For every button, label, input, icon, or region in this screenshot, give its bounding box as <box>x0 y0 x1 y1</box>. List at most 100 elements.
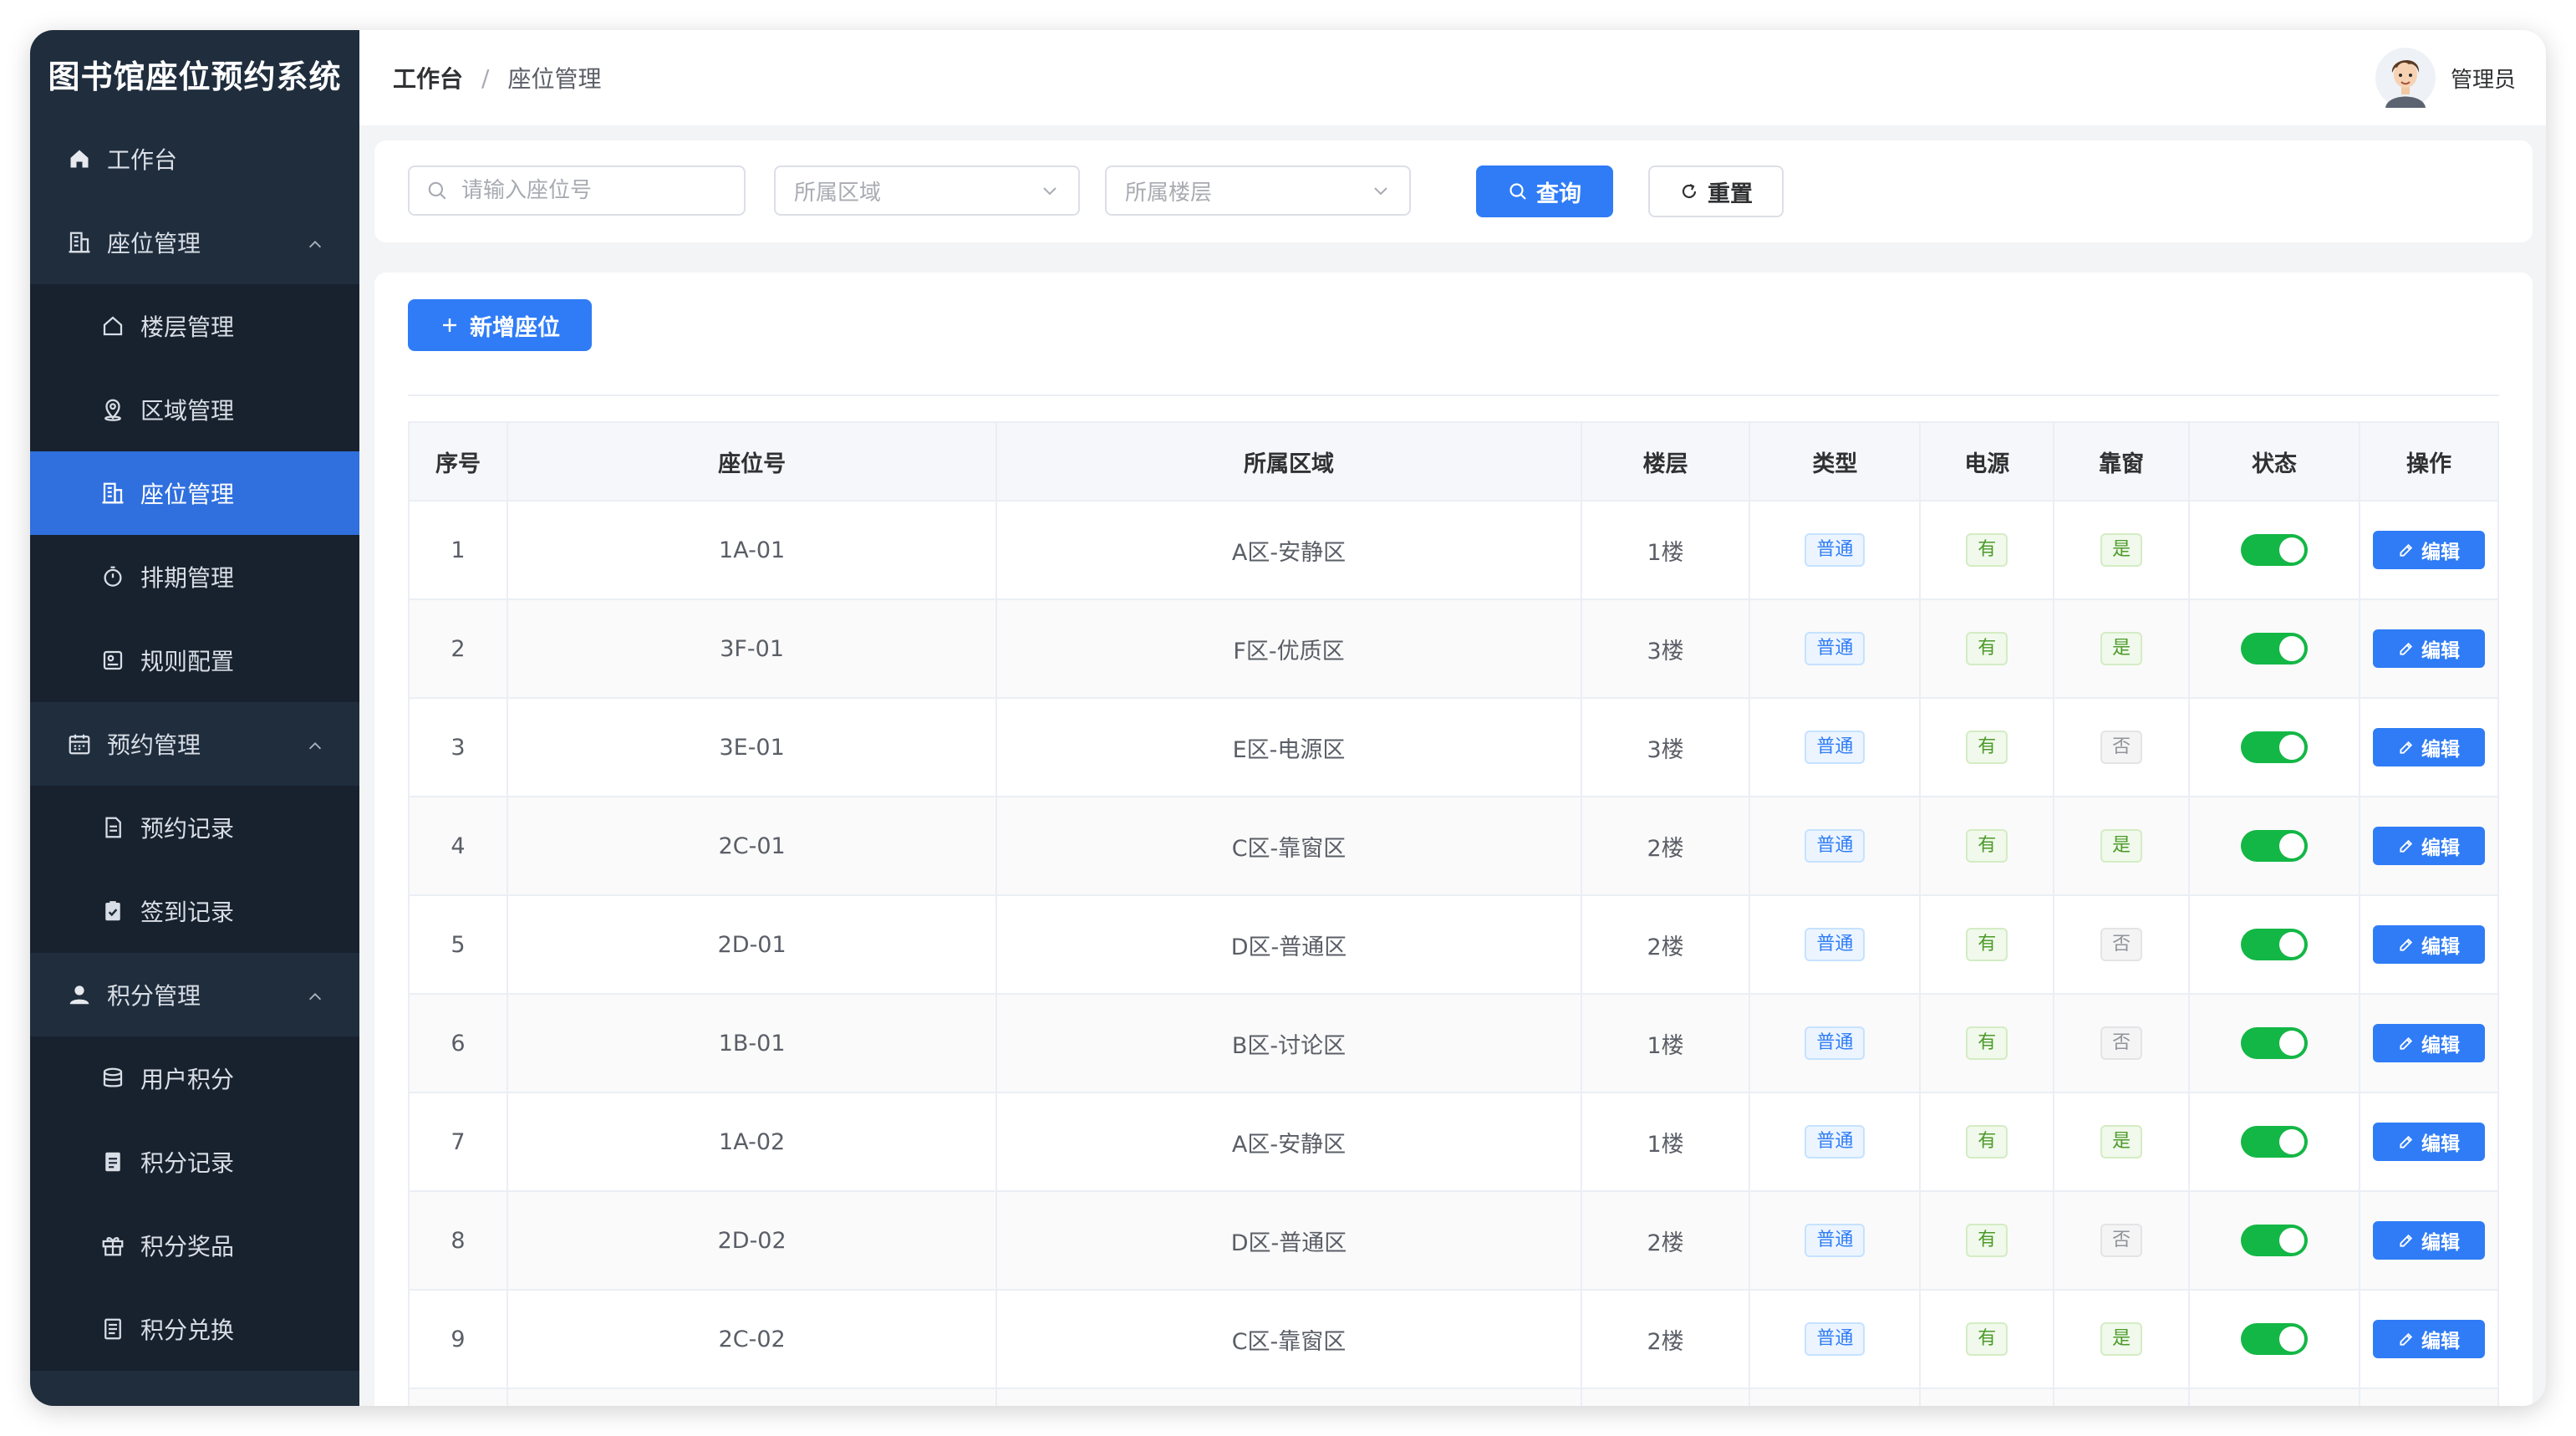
sidebar-item-floor[interactable]: 楼层管理 <box>30 284 359 368</box>
status-toggle[interactable] <box>2241 534 2309 566</box>
reset-button[interactable]: 重置 <box>1648 165 1784 217</box>
area-select[interactable]: 所属区域 <box>774 165 1080 216</box>
seat-search-input[interactable] <box>460 177 714 204</box>
divider <box>408 395 2499 396</box>
sidebar-group-reservation[interactable]: 预约管理 <box>30 702 359 786</box>
edit-icon <box>2398 640 2415 657</box>
table-row: 7 1A-02 A区-安静区 1楼 普通 有 是 编辑 <box>408 1092 2500 1192</box>
edit-button[interactable]: 编辑 <box>2372 1221 2485 1260</box>
cell-floor: 1楼 <box>1580 993 1751 1093</box>
cell-actions: 编辑 <box>2358 993 2500 1093</box>
column-header: 状态 <box>2188 421 2360 502</box>
cell-seat: 2D-01 <box>506 894 998 995</box>
status-toggle[interactable] <box>2241 929 2309 960</box>
edit-button[interactable]: 编辑 <box>2372 1320 2485 1358</box>
edit-button[interactable]: 编辑 <box>2372 531 2485 569</box>
cell-window: 否 <box>2053 697 2191 797</box>
cell-floor: 3楼 <box>1580 697 1751 797</box>
sidebar-item-dashboard[interactable]: 工作台 <box>30 117 359 201</box>
house-outline-icon <box>99 312 127 340</box>
power-tag: 有 <box>1966 533 2008 567</box>
table-row: 3 3E-01 E区-电源区 3楼 普通 有 否 编辑 <box>408 697 2500 797</box>
user-menu[interactable]: 管理员 <box>2375 30 2516 125</box>
sidebar-item-checkin-records[interactable]: 签到记录 <box>30 869 359 953</box>
cell-index: 8 <box>408 1190 508 1291</box>
status-toggle[interactable] <box>2241 633 2309 665</box>
status-toggle[interactable] <box>2241 1323 2309 1355</box>
edit-button[interactable]: 编辑 <box>2372 1123 2485 1161</box>
sidebar-item-label: 座位管理 <box>107 230 201 257</box>
edit-button-label: 编辑 <box>2421 640 2460 662</box>
sidebar-item-points-records[interactable]: 积分记录 <box>30 1120 359 1204</box>
sidebar-group-points[interactable]: 积分管理 <box>30 953 359 1036</box>
sidebar-item-schedule[interactable]: 排期管理 <box>30 535 359 619</box>
edit-button[interactable]: 编辑 <box>2372 827 2485 865</box>
cell-status <box>2188 1092 2360 1192</box>
chevron-up-icon <box>306 232 324 260</box>
cell-seat: 2D-02 <box>506 1190 998 1291</box>
cell-type: 普通 <box>1749 1190 1922 1291</box>
cell-index: 2 <box>408 598 508 699</box>
sidebar-group-seat[interactable]: 座位管理 <box>30 201 359 284</box>
stopwatch-icon <box>99 563 127 591</box>
table-row: 2 3F-01 F区-优质区 3楼 普通 有 是 编辑 <box>408 598 2500 699</box>
status-toggle[interactable] <box>2241 1027 2309 1059</box>
power-tag: 有 <box>1966 632 2008 665</box>
table-row: 5 2D-01 D区-普通区 2楼 普通 有 否 编辑 <box>408 894 2500 995</box>
sidebar-item-points-prizes[interactable]: 积分奖品 <box>30 1204 359 1287</box>
cell-actions: 编辑 <box>2358 598 2500 699</box>
column-header: 类型 <box>1749 421 1922 502</box>
status-toggle[interactable] <box>2241 731 2309 763</box>
column-header: 楼层 <box>1580 421 1751 502</box>
sidebar-item-label: 积分奖品 <box>140 1233 235 1260</box>
window-tag: 是 <box>2100 1125 2143 1158</box>
sidebar-item-points-exchange[interactable]: 积分兑换 <box>30 1287 359 1371</box>
cell-seat: 1B-01 <box>506 993 998 1093</box>
query-button[interactable]: 查询 <box>1476 165 1613 217</box>
cell-area: D区-普通区 <box>995 894 1582 995</box>
status-toggle[interactable] <box>2241 830 2309 862</box>
calendar-icon <box>65 730 94 758</box>
cell-index: 10 <box>408 1388 508 1406</box>
floor-select[interactable]: 所属楼层 <box>1105 165 1411 216</box>
seat-table: 序号 座位号 所属区域 楼层 类型 电源 靠窗 状态 操作 1 1A-01 A区-安… <box>408 421 2500 1406</box>
cell-power: 有 <box>1919 697 2055 797</box>
type-tag: 普通 <box>1805 731 1866 764</box>
breadcrumb: 工作台 / 座位管理 <box>393 61 601 94</box>
cell-floor: 2楼 <box>1580 796 1751 896</box>
chevron-down-icon <box>1040 181 1060 206</box>
seat-search-input-wrapper[interactable] <box>408 165 746 216</box>
cell-status <box>2188 1388 2360 1406</box>
cell-status <box>2188 1289 2360 1389</box>
avatar[interactable] <box>2375 48 2436 108</box>
cell-type: 普通 <box>1749 1289 1922 1389</box>
window-tag: 是 <box>2100 632 2143 665</box>
edit-button[interactable]: 编辑 <box>2372 728 2485 766</box>
document-config-icon <box>99 646 127 675</box>
status-toggle[interactable] <box>2241 1225 2309 1256</box>
cell-window: 否 <box>2053 993 2191 1093</box>
cell-floor: 2楼 <box>1580 1190 1751 1291</box>
sidebar-item-seat[interactable]: 座位管理 <box>30 451 359 535</box>
edit-button[interactable]: 编辑 <box>2372 1024 2485 1062</box>
edit-button[interactable]: 编辑 <box>2372 925 2485 964</box>
breadcrumb-current: 座位管理 <box>507 65 602 93</box>
coins-icon <box>99 1064 127 1092</box>
breadcrumb-home[interactable]: 工作台 <box>393 61 463 94</box>
sidebar-item-user-points[interactable]: 用户积分 <box>30 1036 359 1120</box>
app-title: 图书馆座位预约系统 <box>48 58 342 95</box>
sidebar-item-reservation-records[interactable]: 预约记录 <box>30 786 359 869</box>
query-button-label: 查询 <box>1536 181 1581 207</box>
sidebar-item-area[interactable]: 区域管理 <box>30 368 359 451</box>
sidebar-item-label: 预约管理 <box>107 731 201 759</box>
cell-area: B区-讨论区 <box>995 993 1582 1093</box>
power-tag: 有 <box>1966 1322 2008 1356</box>
sidebar-item-rules[interactable]: 规则配置 <box>30 619 359 702</box>
edit-button-label: 编辑 <box>2421 1232 2460 1254</box>
column-header: 序号 <box>408 421 508 502</box>
cell-window: 是 <box>2053 796 2191 896</box>
add-seat-button[interactable]: 新增座位 <box>408 299 592 351</box>
status-toggle[interactable] <box>2241 1126 2309 1158</box>
edit-button[interactable]: 编辑 <box>2372 629 2485 668</box>
sidebar-item-label: 排期管理 <box>140 564 235 592</box>
